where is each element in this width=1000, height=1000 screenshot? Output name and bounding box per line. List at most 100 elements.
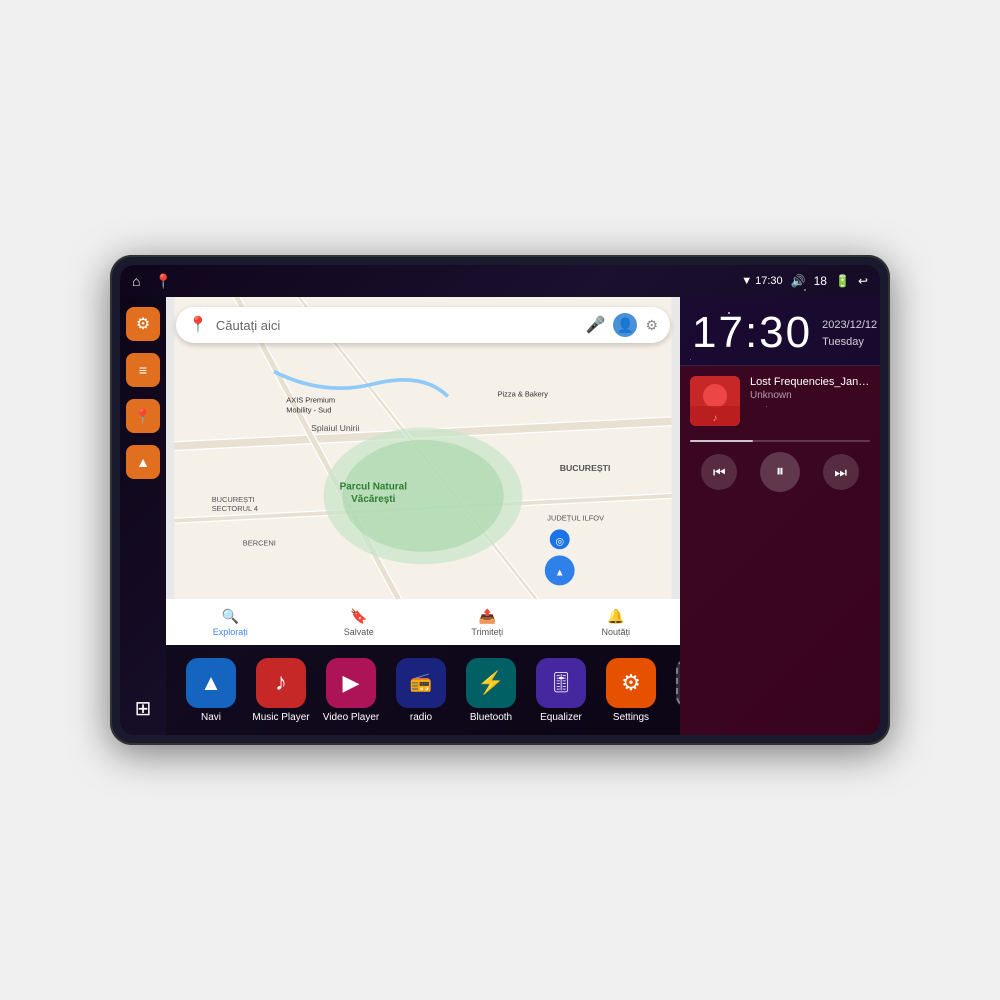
prev-icon: ⏮ — [713, 464, 726, 481]
avatar-icon: 👤 — [617, 317, 634, 334]
music-track-info: Lost Frequencies_Janie... Unknown — [750, 376, 870, 401]
center-area: Parcul Natural Văcărești BUCUREȘTI JUDEȚ… — [166, 297, 680, 735]
device-screen: ⌂ 📍 ▼ 17:30 🔊 18 🔋 ↩ ⚙ ≡ 📍 ▲ ⊞ — [120, 265, 880, 735]
svg-text:SECTORUL 4: SECTORUL 4 — [212, 504, 258, 513]
settings-icon-glyph: ⚙ — [621, 670, 641, 696]
device-shell: ⌂ 📍 ▼ 17:30 🔊 18 🔋 ↩ ⚙ ≡ 📍 ▲ ⊞ — [110, 255, 890, 745]
sidebar-nav-icon[interactable]: ▲ — [126, 445, 160, 479]
volume-icon: 🔊 — [791, 274, 806, 288]
music-play-pause-button[interactable]: ⏸ — [760, 452, 800, 492]
video-player-label: Video Player — [323, 712, 380, 723]
music-player-icon-glyph: ♪ — [275, 669, 287, 697]
svg-text:JUDEȚUL ILFOV: JUDEȚUL ILFOV — [547, 514, 604, 523]
svg-text:Pizza & Bakery: Pizza & Bakery — [498, 389, 549, 398]
app-navi[interactable]: ▲ Navi — [176, 658, 246, 723]
app-dock: ▲ Navi ♪ Music Player ▶ Vid — [166, 645, 680, 735]
music-album-art: ♪ — [690, 376, 740, 426]
play-pause-icon: ⏸ — [776, 463, 784, 481]
home-icon: ⌂ — [132, 273, 140, 289]
bluetooth-icon-glyph: ⚡ — [477, 670, 504, 696]
clock-time-display: 17:30 — [692, 311, 812, 355]
status-left-icons: ⌂ 📍 — [132, 273, 172, 290]
map-user-avatar[interactable]: 👤 — [613, 313, 637, 337]
navi-label: Navi — [201, 712, 221, 723]
share-label: Trimiteți — [471, 627, 503, 637]
map-svg: Parcul Natural Văcărești BUCUREȘTI JUDEȚ… — [166, 297, 680, 645]
radio-icon: 📻 — [396, 658, 446, 708]
map-widget[interactable]: Parcul Natural Văcărești BUCUREȘTI JUDEȚ… — [166, 297, 680, 645]
battery-icon: 🔋 — [835, 274, 850, 288]
svg-text:BUCUREȘTI: BUCUREȘTI — [212, 495, 255, 504]
app-settings[interactable]: ⚙ Settings — [596, 658, 666, 723]
music-track-name: Lost Frequencies_Janie... — [750, 376, 870, 388]
svg-text:BUCUREȘTI: BUCUREȘTI — [560, 463, 611, 473]
sidebar-apps-grid-button[interactable]: ⊞ — [126, 691, 160, 725]
music-prev-button[interactable]: ⏮ — [701, 454, 737, 490]
map-tab-updates[interactable]: 🔔 Noutăți — [552, 608, 681, 637]
map-bottom-bar: 🔍 Explorați 🔖 Salvate 📤 Trimiteți � — [166, 599, 680, 645]
app-music-player[interactable]: ♪ Music Player — [246, 658, 316, 723]
app-bluetooth[interactable]: ⚡ Bluetooth — [456, 658, 526, 723]
music-player-label: Music Player — [252, 712, 309, 723]
battery-level: 18 — [814, 274, 827, 288]
video-player-icon-glyph: ▶ — [343, 670, 360, 696]
app-add[interactable]: + add — [666, 658, 680, 723]
google-maps-pin-icon: 📍 — [188, 315, 208, 335]
music-info-row: ♪ Lost Frequencies_Janie... Unknown — [690, 376, 870, 426]
explore-label: Explorați — [213, 627, 248, 637]
map-tab-explore[interactable]: 🔍 Explorați — [166, 608, 295, 637]
map-tab-share[interactable]: 📤 Trimiteți — [423, 608, 552, 637]
clock-date: 2023/12/12 — [822, 317, 877, 334]
music-progress-fill — [690, 440, 753, 442]
status-right-icons: ▼ 17:30 🔊 18 🔋 ↩ — [741, 274, 868, 288]
navi-icon-glyph: ▲ — [200, 670, 222, 696]
explore-icon: 🔍 — [222, 608, 239, 625]
map-search-placeholder[interactable]: Căutați aici — [216, 318, 578, 333]
svg-text:Splaiul Unirii: Splaiul Unirii — [311, 423, 359, 433]
svg-text:Parcul Natural: Parcul Natural — [340, 482, 408, 493]
app-equalizer[interactable]: 🎚 Equalizer — [526, 658, 596, 723]
next-icon: ⏭ — [834, 464, 847, 481]
share-icon: 📤 — [479, 608, 496, 625]
svg-text:♪: ♪ — [713, 413, 718, 424]
clock-time: 17:30 — [692, 311, 812, 355]
music-next-button[interactable]: ⏭ — [823, 454, 859, 490]
svg-text:AXIS Premium: AXIS Premium — [286, 396, 335, 405]
music-player-icon: ♪ — [256, 658, 306, 708]
bluetooth-label: Bluetooth — [470, 712, 512, 723]
status-bar: ⌂ 📍 ▼ 17:30 🔊 18 🔋 ↩ — [120, 265, 880, 297]
equalizer-icon-glyph: 🎚 — [548, 670, 573, 695]
main-area: ⚙ ≡ 📍 ▲ ⊞ — [120, 297, 880, 735]
settings-label: Settings — [613, 712, 649, 723]
clock-date-display: 2023/12/12 Tuesday — [822, 311, 877, 350]
navi-icon: ▲ — [186, 658, 236, 708]
map-mic-icon[interactable]: 🎤 — [586, 315, 606, 335]
maps-status-icon: 📍 — [154, 273, 171, 290]
sidebar-settings-icon[interactable]: ⚙ — [126, 307, 160, 341]
svg-text:◎: ◎ — [555, 536, 564, 547]
settings-icon: ⚙ — [606, 658, 656, 708]
radio-label: radio — [410, 712, 432, 723]
svg-text:Văcărești: Văcărești — [351, 494, 395, 505]
map-search-bar[interactable]: 📍 Căutați aici 🎤 👤 ⚙ — [176, 307, 670, 343]
saved-icon: 🔖 — [350, 608, 367, 625]
saved-label: Salvate — [344, 627, 374, 637]
sidebar-maps-icon[interactable]: 📍 — [126, 399, 160, 433]
map-layers-icon[interactable]: ⚙ — [645, 317, 658, 334]
map-tab-saved[interactable]: 🔖 Salvate — [295, 608, 424, 637]
video-player-icon: ▶ — [326, 658, 376, 708]
sidebar-files-icon[interactable]: ≡ — [126, 353, 160, 387]
svg-text:▲: ▲ — [555, 567, 565, 578]
music-widget: ♪ Lost Frequencies_Janie... Unknown — [680, 366, 880, 735]
music-progress-bar[interactable] — [690, 440, 870, 442]
svg-text:Mobility - Sud: Mobility - Sud — [286, 406, 331, 415]
back-icon[interactable]: ↩ — [858, 274, 868, 288]
clock-day: Tuesday — [822, 334, 877, 351]
app-video-player[interactable]: ▶ Video Player — [316, 658, 386, 723]
bluetooth-icon: ⚡ — [466, 658, 516, 708]
equalizer-label: Equalizer — [540, 712, 582, 723]
equalizer-icon: 🎚 — [536, 658, 586, 708]
app-radio[interactable]: 📻 radio — [386, 658, 456, 723]
updates-label: Noutăți — [601, 627, 630, 637]
svg-text:BERCENI: BERCENI — [243, 539, 276, 548]
